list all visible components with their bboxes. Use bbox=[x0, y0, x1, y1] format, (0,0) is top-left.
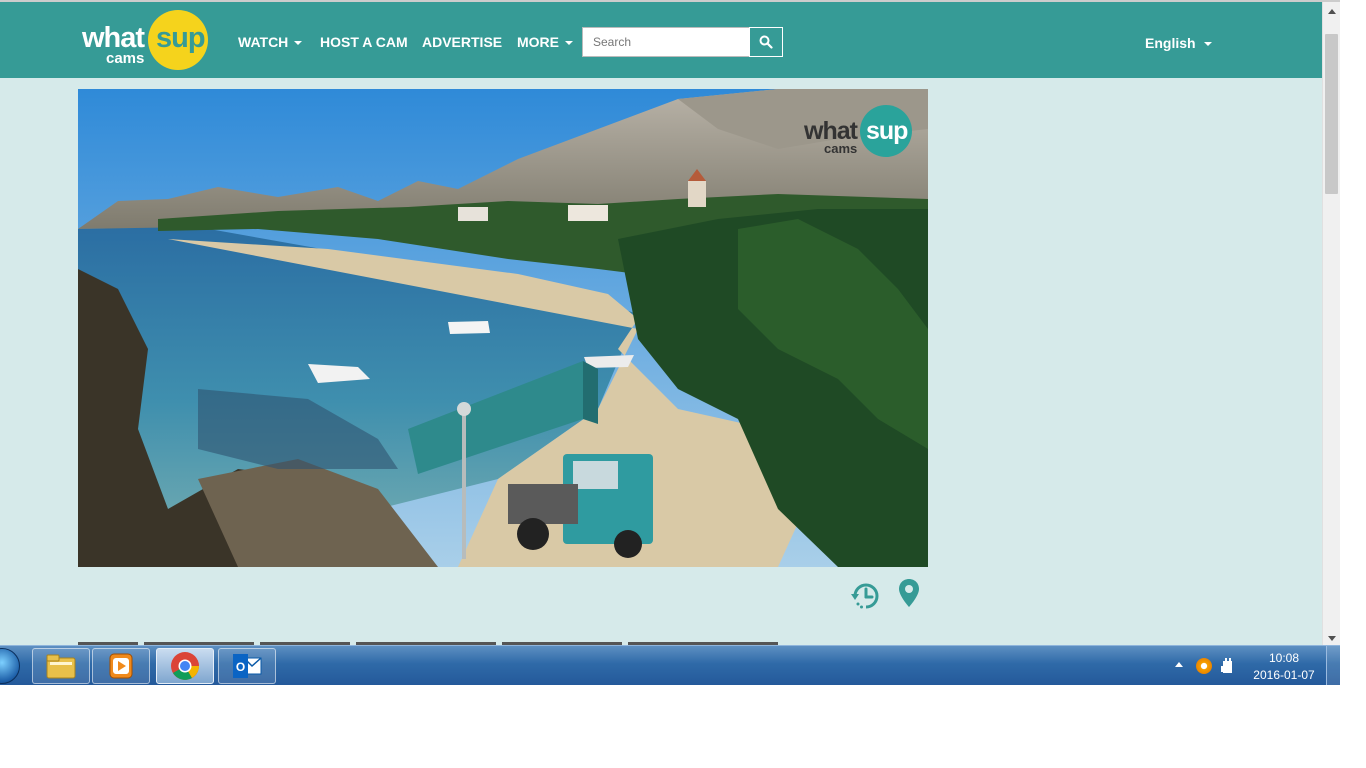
site-logo[interactable]: what sup cams bbox=[80, 8, 212, 72]
nav-more-label: MORE bbox=[517, 34, 559, 50]
chevron-down-icon bbox=[565, 41, 573, 46]
nav-host-a-cam-label: HOST A CAM bbox=[320, 34, 408, 50]
logo-word-cams: cams bbox=[106, 50, 145, 67]
logo-word-sup: sup bbox=[156, 22, 206, 54]
chrome-icon bbox=[171, 652, 199, 680]
language-label: English bbox=[1145, 35, 1196, 51]
video-watermark-logo: what sup cams bbox=[804, 105, 914, 161]
webcam-video-player[interactable]: what sup cams bbox=[78, 89, 928, 567]
folder-icon bbox=[46, 654, 76, 679]
start-button[interactable] bbox=[0, 648, 20, 684]
browser-viewport: what sup cams WATCH HOST A CAM ADVERTISE… bbox=[0, 0, 1340, 645]
clock-time[interactable]: 10:08 bbox=[1252, 651, 1316, 665]
power-plug-icon[interactable] bbox=[1220, 658, 1234, 674]
map-pin-icon[interactable] bbox=[898, 578, 920, 608]
webcam-frame-image bbox=[78, 89, 928, 567]
language-selector[interactable]: English bbox=[1145, 35, 1212, 51]
chevron-down-icon bbox=[294, 41, 303, 46]
windows-taskbar: O 10:08 2016-01-07 bbox=[0, 645, 1340, 685]
chevron-down-icon bbox=[1203, 42, 1212, 47]
nav-watch[interactable]: WATCH bbox=[238, 34, 303, 50]
watermark-word-sup: sup bbox=[866, 117, 908, 145]
nav-advertise-label: ADVERTISE bbox=[422, 34, 503, 50]
nav-advertise[interactable]: ADVERTISE bbox=[422, 34, 502, 50]
page-scrollbar[interactable] bbox=[1322, 2, 1340, 645]
clock-date[interactable]: 2016-01-07 bbox=[1252, 668, 1316, 682]
history-clock-icon[interactable] bbox=[850, 580, 882, 612]
nav-more[interactable]: MORE bbox=[517, 34, 573, 50]
tray-app-icon[interactable] bbox=[1196, 658, 1212, 674]
nav-watch-label: WATCH bbox=[238, 34, 289, 50]
taskbar-app-media-player[interactable] bbox=[92, 648, 150, 684]
taskbar-app-outlook[interactable]: O bbox=[218, 648, 276, 684]
media-player-icon bbox=[109, 653, 133, 679]
taskbar-app-explorer[interactable] bbox=[32, 648, 90, 684]
watermark-word-cams: cams bbox=[824, 141, 858, 156]
nav-host-a-cam[interactable]: HOST A CAM bbox=[320, 34, 408, 50]
arrow-up-icon bbox=[1328, 8, 1336, 14]
show-desktop-button[interactable] bbox=[1326, 646, 1340, 685]
taskbar-app-chrome[interactable] bbox=[156, 648, 214, 684]
scroll-thumb[interactable] bbox=[1325, 34, 1338, 194]
search-button[interactable] bbox=[749, 27, 783, 57]
search-input[interactable] bbox=[582, 27, 750, 57]
desktop-screen: what sup cams WATCH HOST A CAM ADVERTISE… bbox=[0, 0, 1366, 768]
site-header: what sup cams WATCH HOST A CAM ADVERTISE… bbox=[0, 2, 1322, 78]
arrow-down-icon bbox=[1328, 635, 1336, 641]
scroll-up-button[interactable] bbox=[1323, 2, 1340, 20]
scroll-down-button[interactable] bbox=[1323, 629, 1340, 645]
svg-text:O: O bbox=[236, 660, 245, 674]
show-hidden-icons-icon[interactable] bbox=[1175, 662, 1183, 667]
search-icon bbox=[759, 35, 773, 49]
outlook-icon: O bbox=[233, 654, 262, 678]
